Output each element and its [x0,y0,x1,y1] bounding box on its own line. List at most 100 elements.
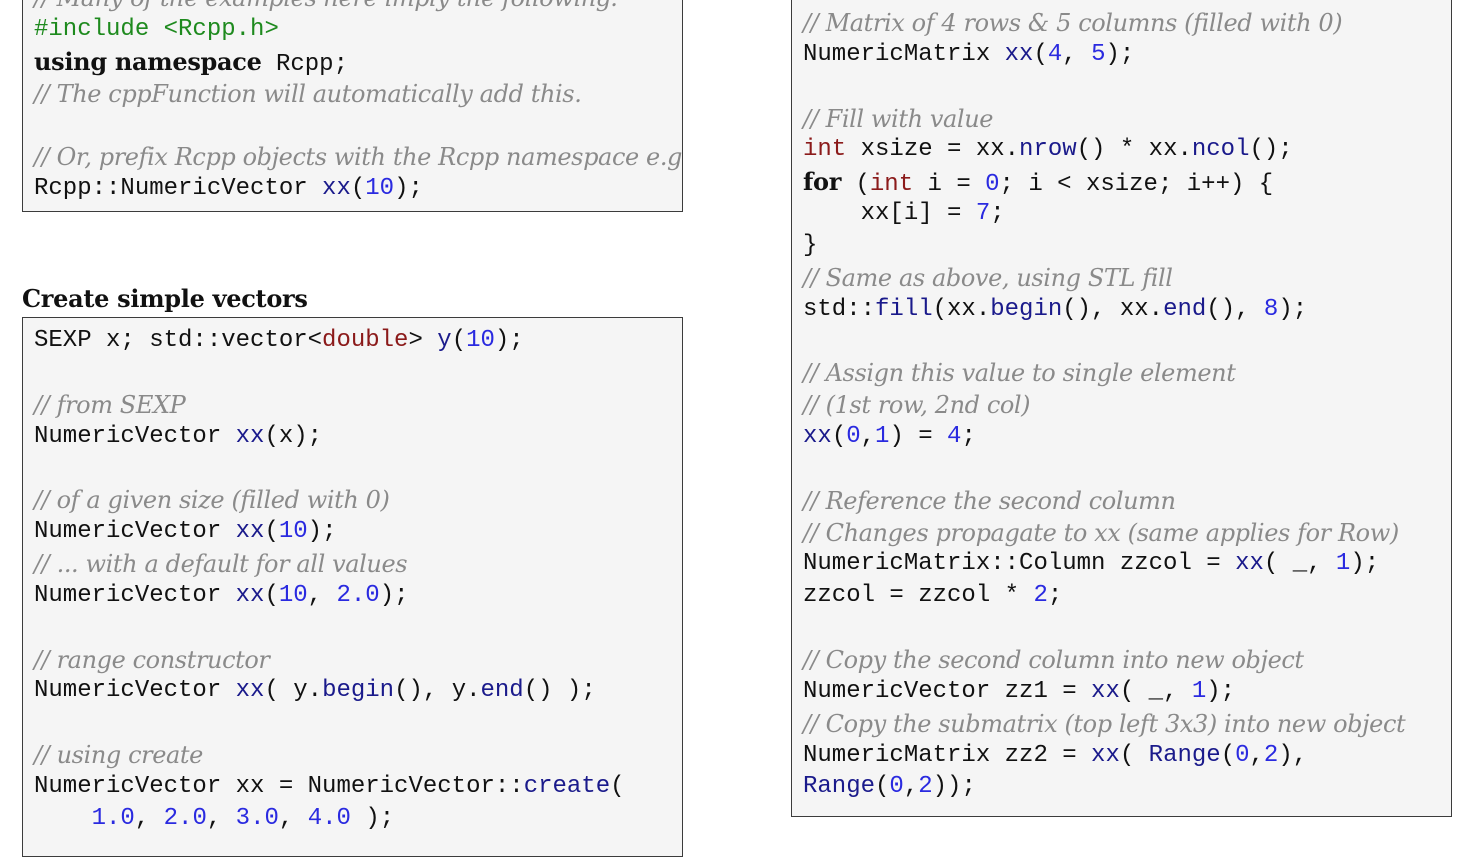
code-token: Range [1148,741,1221,769]
code-line: // Copy the second column into new objec… [803,644,1304,679]
code-token: ( [1033,40,1048,68]
code-token: 4 [947,423,962,451]
code-line: // of a given size (filled with 0) [34,484,390,519]
code-token: 1 [1191,677,1207,705]
code-comment: // Many of the examples here imply the f… [34,0,619,12]
code-token: end [1163,295,1207,323]
code-line: NumericMatrix zz2 = xx( Range(0,2), [803,740,1307,772]
code-line: NumericVector xx = NumericVector::create… [34,771,625,803]
code-line: // Reference the second column [803,485,1176,520]
code-line: // range constructor [34,644,270,679]
code-token: NumericVector zz1 = [803,677,1092,705]
code-comment: // (1st row, 2nd col) [803,391,1031,420]
code-line: NumericVector xx(x); [34,421,322,453]
code-line: int xsize = xx.nrow() * xx.ncol(); [803,134,1293,166]
code-line: // using create [34,739,203,774]
code-token: xsize = xx. [846,136,1020,164]
code-token: ; i < xsize; i++) { [999,171,1274,199]
code-line: } [803,230,817,262]
code-token: ; [1047,582,1063,610]
code-token: Rcpp::NumericVector [34,175,323,203]
code-token: double [322,327,409,354]
code-line: // Copy the submatrix (top left 3x3) int… [803,708,1406,743]
code-box-includes: // Many of the examples here imply the f… [22,0,683,212]
code-token: ( [264,581,279,609]
code-line: NumericVector zz1 = xx( _, 1); [803,676,1235,708]
code-box-numeric-matrix: // Matrix of 4 rows & 5 columns (filled … [791,0,1452,817]
code-token: ( _, [1263,550,1336,578]
code-token: ( _, [1119,677,1192,705]
code-token: NumericVector [34,581,236,609]
code-token: , [1062,40,1092,68]
code-comment: // Changes propagate to xx (same applies… [803,518,1399,547]
code-token: ); [1350,550,1380,578]
code-token: NumericMatrix zz2 = [803,741,1092,769]
code-line: std::fill(xx.begin(), xx.end(), 8); [803,294,1307,326]
code-token: ( [841,171,870,199]
code-line: // Assign this value to single element [803,357,1236,392]
code-line: // Fill with value [803,103,993,138]
code-token: NumericVector [34,422,236,450]
code-line: Rcpp::NumericVector xx(10); [34,173,423,205]
code-comment: // ... with a default for all values [34,549,408,578]
code-token: NumericMatrix [803,40,1005,68]
code-line: NumericMatrix xx(4, 5); [803,39,1134,71]
code-line: NumericVector xx( y.begin(), y.end() ); [34,675,596,707]
code-comment: // of a given size (filled with 0) [34,486,390,515]
code-line: NumericVector xx(10); [34,516,336,548]
code-token: xx [1091,741,1120,769]
code-comment: // from SEXP [34,390,186,419]
code-token: ( [875,773,890,801]
code-token: y [437,327,452,354]
code-comment: // Fill with value [803,104,994,133]
section-heading: Create simple vectors [22,284,308,313]
code-token: int [869,171,914,199]
code-token: ) = [889,423,948,451]
code-token: xx [1091,677,1120,705]
code-token: fill [875,295,933,323]
code-token: ); [307,518,337,546]
code-token: , [307,581,337,609]
code-token: #include <Rcpp.h> [34,15,279,43]
code-token: nrow [1019,136,1077,164]
code-token: 0 [985,171,1000,199]
code-comment: // range constructor [34,645,270,674]
code-line: Range(0,2)); [803,771,976,803]
code-token: end [480,677,524,705]
code-token: i = [913,171,986,199]
code-token: 0 [1235,741,1250,769]
code-token: () * xx. [1076,136,1192,164]
code-token: ), [1278,741,1308,769]
code-line: NumericMatrix::Column zzcol = xx( _, 1); [803,548,1379,580]
code-token: ( [451,327,467,354]
code-token: ; [961,423,976,451]
code-token: 4.0 [307,804,351,832]
code-token: 2 [1263,741,1279,769]
code-line: // Or, prefix Rcpp objects with the Rcpp… [34,141,683,176]
code-token: xx [235,677,265,705]
code-token: 10 [278,581,308,609]
code-token: ; [990,200,1005,228]
code-token: (); [1249,136,1293,164]
code-token: } [803,231,818,259]
code-token: for [803,167,842,197]
code-line: // Same as above, using STL fill [803,262,1173,297]
code-token: using namespace [34,46,262,76]
code-comment: // Or, prefix Rcpp objects with the Rcpp… [34,143,683,172]
code-token: ); [379,581,409,609]
code-line: for (int i = 0; i < xsize; i++) { [803,166,1273,201]
code-token: , [134,804,164,832]
code-token: 1.0 [91,804,135,832]
code-token: 8 [1263,295,1279,323]
code-token: ); [394,175,423,203]
code-token: ( [1119,741,1149,769]
code-token: 2.0 [336,581,380,609]
code-token: xx [235,581,265,609]
code-comment: // The cppFunction will automatically ad… [34,79,582,108]
code-line: // Changes propagate to xx (same applies… [803,517,1399,552]
code-token: NumericVector [34,518,236,546]
code-line: // from SEXP [34,389,186,424]
code-token: 2.0 [163,804,207,832]
code-token: ( y. [264,677,323,705]
code-token: 0 [846,423,861,451]
